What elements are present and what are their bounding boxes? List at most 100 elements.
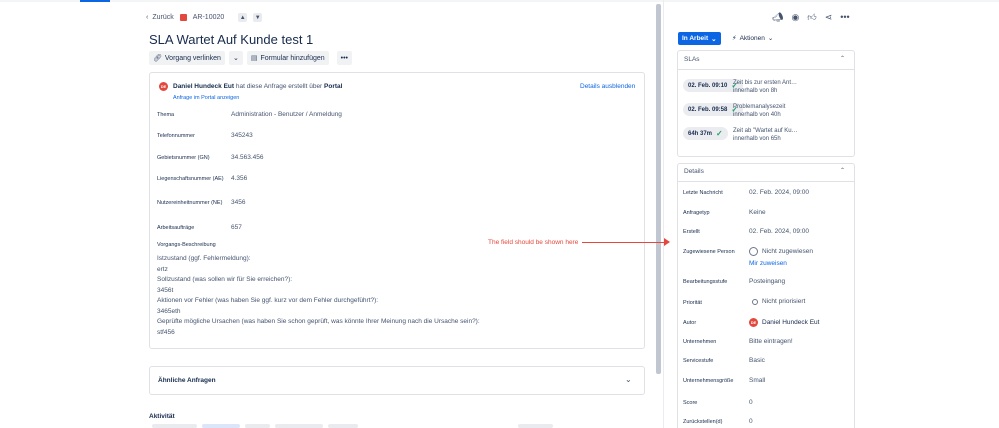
share-icon[interactable]: ⋖ bbox=[825, 12, 833, 23]
creator-name[interactable]: Daniel Hundeck Eut bbox=[173, 83, 234, 90]
issue-key[interactable]: AR-10020 bbox=[193, 14, 225, 21]
detail-label-service-level: Servicestufe bbox=[683, 358, 714, 364]
avatar: DE bbox=[749, 318, 758, 327]
created-text: hat diese Anfrage erstellt über bbox=[235, 83, 323, 90]
field-label-arbeitsauftraege: Arbeitsaufträge bbox=[157, 225, 195, 231]
sla-goal: innerhalb von 40h bbox=[733, 112, 781, 118]
details-panel bbox=[677, 163, 855, 428]
detail-value-text: 02. Feb. 2024, 09:00 bbox=[749, 189, 809, 196]
chevron-left-icon: ‹ bbox=[146, 14, 149, 21]
top-loading-accent bbox=[80, 0, 110, 2]
chevron-up-icon[interactable]: ⌃ bbox=[840, 55, 845, 62]
detail-label-priority: Priorität bbox=[683, 300, 702, 306]
add-form-button[interactable]: ▤ Formular hinzufügen bbox=[246, 51, 329, 65]
description-text: Istzustand (ggf. Fehlermeldung): ertz So… bbox=[157, 254, 480, 338]
more-actions-button[interactable]: ••• bbox=[336, 51, 352, 65]
activity-tab[interactable] bbox=[152, 424, 197, 428]
top-loading-bar bbox=[0, 0, 999, 2]
detail-label-request-type: Anfragetyp bbox=[683, 210, 710, 216]
link-issue-label: Vorgang verlinken bbox=[164, 54, 221, 62]
assign-to-me-link[interactable]: Mir zuweisen bbox=[749, 260, 787, 267]
annotation-text: The field should be shown here bbox=[488, 239, 579, 246]
hide-details-link[interactable]: Details ausblenden bbox=[580, 83, 635, 90]
detail-value-text: Keine bbox=[749, 209, 766, 216]
field-value-nutzereinheit: 3456 bbox=[231, 199, 246, 206]
detail-value-stage[interactable]: Posteingang bbox=[749, 278, 785, 285]
detail-label-assignee: Zugewiesene Person bbox=[683, 249, 735, 255]
status-label: In Arbeit bbox=[682, 35, 709, 42]
link-issue-button[interactable]: 🔗︎ Vorgang verlinken bbox=[149, 51, 225, 65]
activity-tab[interactable] bbox=[245, 424, 270, 428]
check-icon: ✓ bbox=[716, 129, 723, 138]
chevron-down-icon: ⌄ bbox=[232, 55, 239, 62]
field-value-arbeitsauftraege: 657 bbox=[231, 224, 242, 231]
portal-link[interactable]: Anfrage im Portal anzeigen bbox=[173, 95, 239, 101]
description-label: Vorgangs-Beschreibung bbox=[157, 242, 216, 248]
project-icon bbox=[179, 14, 187, 21]
detail-value-priority[interactable]: Nicht priorisiert bbox=[752, 298, 805, 305]
sla-time: 02. Feb. 09:10 bbox=[688, 82, 728, 89]
description-line: Istzustand (ggf. Fehlermeldung): bbox=[157, 255, 251, 262]
actions-button[interactable]: ⚡︎ Aktionen ⌄ bbox=[732, 34, 773, 43]
sla-name: Problemanalysezeit bbox=[733, 104, 786, 110]
slas-heading[interactable]: SLAs bbox=[684, 56, 700, 63]
annotation-arrow-head bbox=[664, 238, 670, 246]
detail-value-author[interactable]: DE Daniel Hundeck Eut bbox=[749, 318, 819, 327]
detail-label-deferral: Zurückstellen(d) bbox=[683, 419, 723, 425]
thumbs-up-icon[interactable]: 👍︎ bbox=[807, 12, 816, 23]
detail-value-deferral[interactable]: 0 bbox=[749, 418, 753, 425]
back-link[interactable]: ‹ Zurück bbox=[146, 14, 174, 21]
detail-value-company[interactable]: Bitte eintragen! bbox=[749, 338, 793, 345]
field-label-thema: Thema bbox=[157, 112, 175, 118]
channel-name: Portal bbox=[324, 83, 343, 90]
more-icon: ••• bbox=[340, 54, 348, 62]
field-value-telefon: 345243 bbox=[231, 132, 253, 139]
activity-tab[interactable] bbox=[275, 424, 323, 428]
back-label: Zurück bbox=[152, 14, 174, 21]
detail-label-company: Unternehmen bbox=[683, 339, 717, 345]
previous-issue-button[interactable]: ▲ bbox=[238, 13, 248, 22]
more-icon[interactable]: ••• bbox=[840, 12, 849, 23]
sla-description: Zeit ab "Wartet auf Ku… innerhalb von 65h bbox=[733, 127, 798, 143]
description-line: Aktionen vor Fehler (was haben Sie ggf. … bbox=[157, 297, 379, 304]
activity-tab[interactable] bbox=[328, 424, 358, 428]
detail-value-score[interactable]: 0 bbox=[749, 399, 753, 406]
avatar: DE bbox=[159, 82, 168, 91]
form-icon: ▤ bbox=[250, 55, 258, 62]
activity-tab[interactable] bbox=[202, 424, 240, 428]
detail-label-last-message: Letzte Nachricht bbox=[683, 190, 723, 196]
detail-value-service-level[interactable]: Basic bbox=[749, 357, 765, 364]
assign-to-me-label: Mir zuweisen bbox=[749, 260, 787, 267]
issue-header-actions: 📣︎ ◉ 👍︎ ⋖ ••• bbox=[772, 12, 850, 23]
add-form-label: Formular hinzufügen bbox=[260, 54, 325, 62]
detail-value-text: 02. Feb. 2024, 09:00 bbox=[749, 228, 809, 235]
megaphone-icon[interactable]: 📣︎ bbox=[772, 12, 783, 23]
description-line: Sollzustand (was sollen wir für Sie erre… bbox=[157, 276, 293, 283]
detail-value-company-size[interactable]: Small bbox=[749, 377, 765, 384]
next-issue-button[interactable]: ▼ bbox=[253, 13, 263, 22]
field-value-liegenschaft: 4.356 bbox=[231, 175, 248, 182]
chevron-down-icon[interactable]: ⌄ bbox=[625, 375, 632, 384]
field-value-thema: Administration - Benutzer / Anmeldung bbox=[231, 111, 342, 118]
unassigned-avatar-icon bbox=[749, 247, 758, 256]
watch-eye-icon[interactable]: ◉ bbox=[791, 12, 799, 23]
similar-requests-panel[interactable] bbox=[149, 366, 645, 395]
status-button[interactable]: In Arbeit ⌄ bbox=[678, 32, 721, 45]
scrollbar[interactable] bbox=[656, 4, 661, 374]
detail-value-request-type[interactable]: Keine bbox=[749, 209, 766, 216]
detail-value-created: 02. Feb. 2024, 09:00 bbox=[749, 228, 809, 235]
field-label-gebiet: Gebietsnummer (GN) bbox=[157, 155, 210, 161]
link-issue-dropdown[interactable]: ⌄ bbox=[228, 51, 243, 65]
detail-value-assignee[interactable]: Nicht zugewiesen bbox=[749, 247, 813, 256]
chevron-up-icon[interactable]: ⌃ bbox=[840, 167, 845, 174]
sla-description: Zeit bis zur ersten Ant… innerhalb von 8h bbox=[733, 79, 797, 95]
field-label-liegenschaft: Liegenschaftsnummer (AE) bbox=[157, 176, 224, 182]
detail-label-score: Score bbox=[683, 400, 698, 406]
detail-label-company-size: Unternehmensgröße bbox=[683, 378, 734, 384]
link-icon: 🔗︎ bbox=[153, 55, 162, 62]
detail-value-text: Small bbox=[749, 377, 766, 384]
details-heading[interactable]: Details bbox=[684, 168, 704, 175]
activity-sort-button[interactable] bbox=[518, 424, 553, 428]
description-line: 3465eth bbox=[157, 307, 181, 315]
issue-title[interactable]: SLA Wartet Auf Kunde test 1 bbox=[149, 32, 313, 47]
